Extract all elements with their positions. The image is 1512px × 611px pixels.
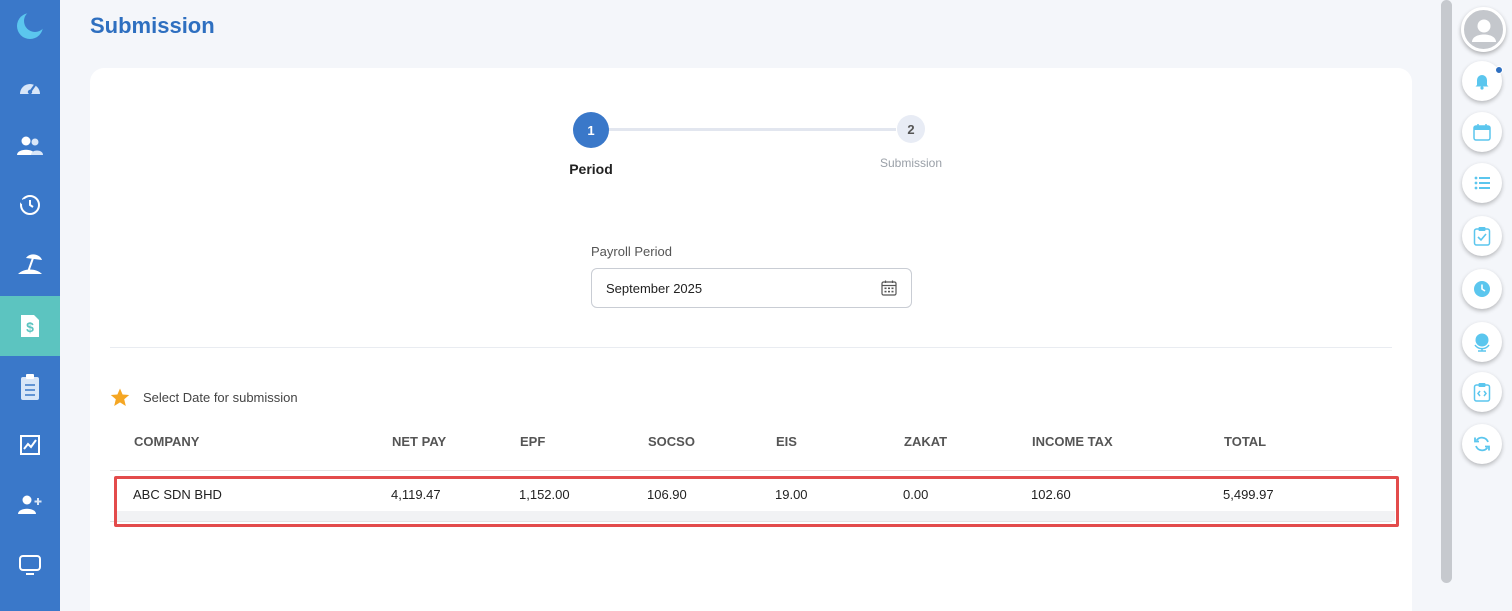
select-date-text: Select Date for submission	[143, 390, 298, 405]
payroll-dollar-icon: $	[21, 315, 39, 337]
table-header-divider	[110, 470, 1392, 471]
step-1-circle[interactable]: 1	[573, 112, 609, 148]
globe-icon	[1474, 333, 1490, 352]
sidebar-item-payroll[interactable]: $	[0, 296, 60, 356]
users-icon	[17, 136, 43, 155]
sidebar-item-employees[interactable]	[0, 117, 60, 175]
sidebar-item-reports[interactable]	[0, 416, 60, 474]
row-highlight-box	[114, 476, 1399, 527]
column-header-eis: EIS	[776, 434, 797, 449]
column-header-total: TOTAL	[1224, 434, 1267, 449]
column-header-epf: EPF	[520, 434, 546, 449]
moon-logo-icon	[17, 12, 44, 39]
payroll-period-label: Payroll Period	[591, 244, 672, 259]
calendar-icon	[1473, 124, 1491, 141]
tasks-button[interactable]	[1462, 216, 1502, 256]
column-header-socso: SOCSO	[648, 434, 695, 449]
refresh-button[interactable]	[1462, 424, 1502, 464]
sidebar-item-leave[interactable]	[0, 235, 60, 293]
calendar-button[interactable]	[1462, 112, 1502, 152]
add-user-icon	[18, 495, 42, 514]
sidebar: $	[0, 0, 60, 611]
svg-text:$: $	[26, 319, 34, 335]
list-button[interactable]	[1462, 163, 1502, 203]
submission-card	[90, 68, 1412, 611]
column-header-income-tax: INCOME TAX	[1032, 434, 1113, 449]
step-1-label: Period	[569, 161, 613, 177]
stepper-line	[608, 128, 896, 131]
section-divider	[110, 347, 1392, 348]
payroll-period-value: September 2025	[606, 281, 703, 296]
step-2-label: Submission	[879, 156, 943, 170]
timesheet-button[interactable]	[1462, 269, 1502, 309]
code-file-icon	[1473, 383, 1491, 402]
column-header-zakat: ZAKAT	[904, 434, 948, 449]
chart-icon	[20, 435, 40, 455]
calendar-icon[interactable]	[881, 280, 897, 296]
page-scrollbar[interactable]	[1441, 0, 1452, 583]
sidebar-item-add-user[interactable]	[0, 476, 60, 534]
list-icon	[1474, 176, 1490, 190]
clipboard-icon	[21, 374, 39, 400]
sidebar-item-tasks[interactable]	[0, 358, 60, 416]
notification-dot	[1495, 66, 1503, 74]
step-2-circle[interactable]: 2	[897, 115, 925, 143]
user-avatar[interactable]	[1461, 7, 1506, 52]
avatar-icon	[1471, 19, 1496, 42]
column-header-net-pay: NET PAY	[392, 434, 447, 449]
clipboard-check-icon	[1473, 227, 1491, 246]
sidebar-item-display[interactable]	[0, 536, 60, 594]
refresh-icon	[1474, 436, 1490, 452]
page-title: Submission	[90, 13, 215, 38]
column-header-company: COMPANY	[134, 434, 200, 449]
bell-icon	[1475, 75, 1489, 90]
app-logo[interactable]	[0, 0, 60, 52]
globe-button[interactable]	[1462, 322, 1502, 362]
beach-leave-icon	[18, 254, 42, 274]
code-file-button[interactable]	[1462, 372, 1502, 412]
star-icon	[110, 388, 130, 406]
sidebar-item-history[interactable]	[0, 176, 60, 234]
sidebar-item-dashboard[interactable]	[0, 58, 60, 116]
clock-icon	[1474, 281, 1490, 297]
payroll-period-input[interactable]: September 2025	[591, 268, 912, 308]
history-icon	[18, 195, 40, 215]
monitor-icon	[19, 555, 41, 575]
dashboard-gauge-icon	[20, 84, 40, 95]
